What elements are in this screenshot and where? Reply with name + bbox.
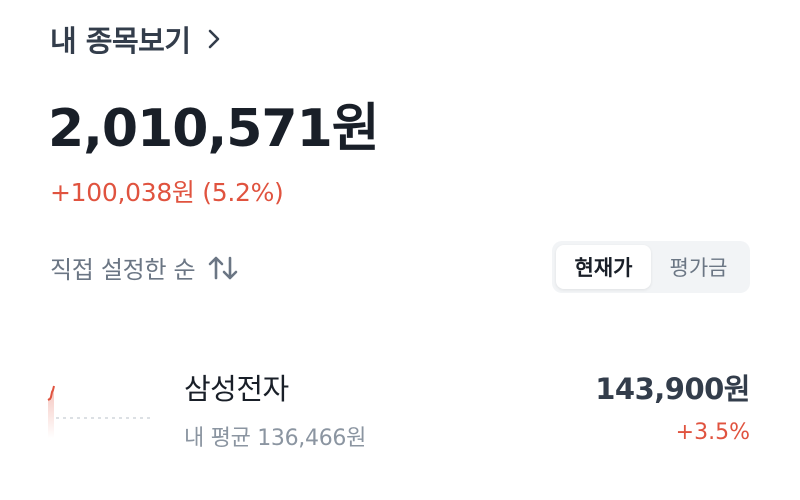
stock-sparkline bbox=[44, 378, 154, 442]
total-change: +100,038원 (5.2%) bbox=[50, 178, 284, 207]
view-toggle: 현재가 평가금 bbox=[552, 241, 750, 293]
chevron-right-icon bbox=[207, 28, 221, 50]
sort-label: 직접 설정한 순 bbox=[50, 256, 196, 284]
my-stocks-title: 내 종목보기 bbox=[50, 24, 191, 58]
stock-avg-price: 내 평균 136,466원 bbox=[184, 426, 367, 451]
stock-name: 삼성전자 bbox=[184, 372, 289, 406]
stock-row[interactable]: 삼성전자 내 평균 136,466원 143,900원 +3.5% bbox=[0, 350, 800, 460]
stock-rate: +3.5% bbox=[675, 420, 750, 445]
total-value: 2,010,571원 bbox=[48, 99, 380, 159]
sort-selector[interactable]: 직접 설정한 순 bbox=[50, 250, 239, 285]
my-stocks-header[interactable]: 내 종목보기 bbox=[50, 18, 221, 60]
stock-price: 143,900원 bbox=[595, 372, 750, 406]
toggle-current-price[interactable]: 현재가 bbox=[556, 245, 651, 289]
toggle-valuation[interactable]: 평가금 bbox=[651, 245, 746, 289]
sort-arrows-icon bbox=[207, 255, 239, 281]
